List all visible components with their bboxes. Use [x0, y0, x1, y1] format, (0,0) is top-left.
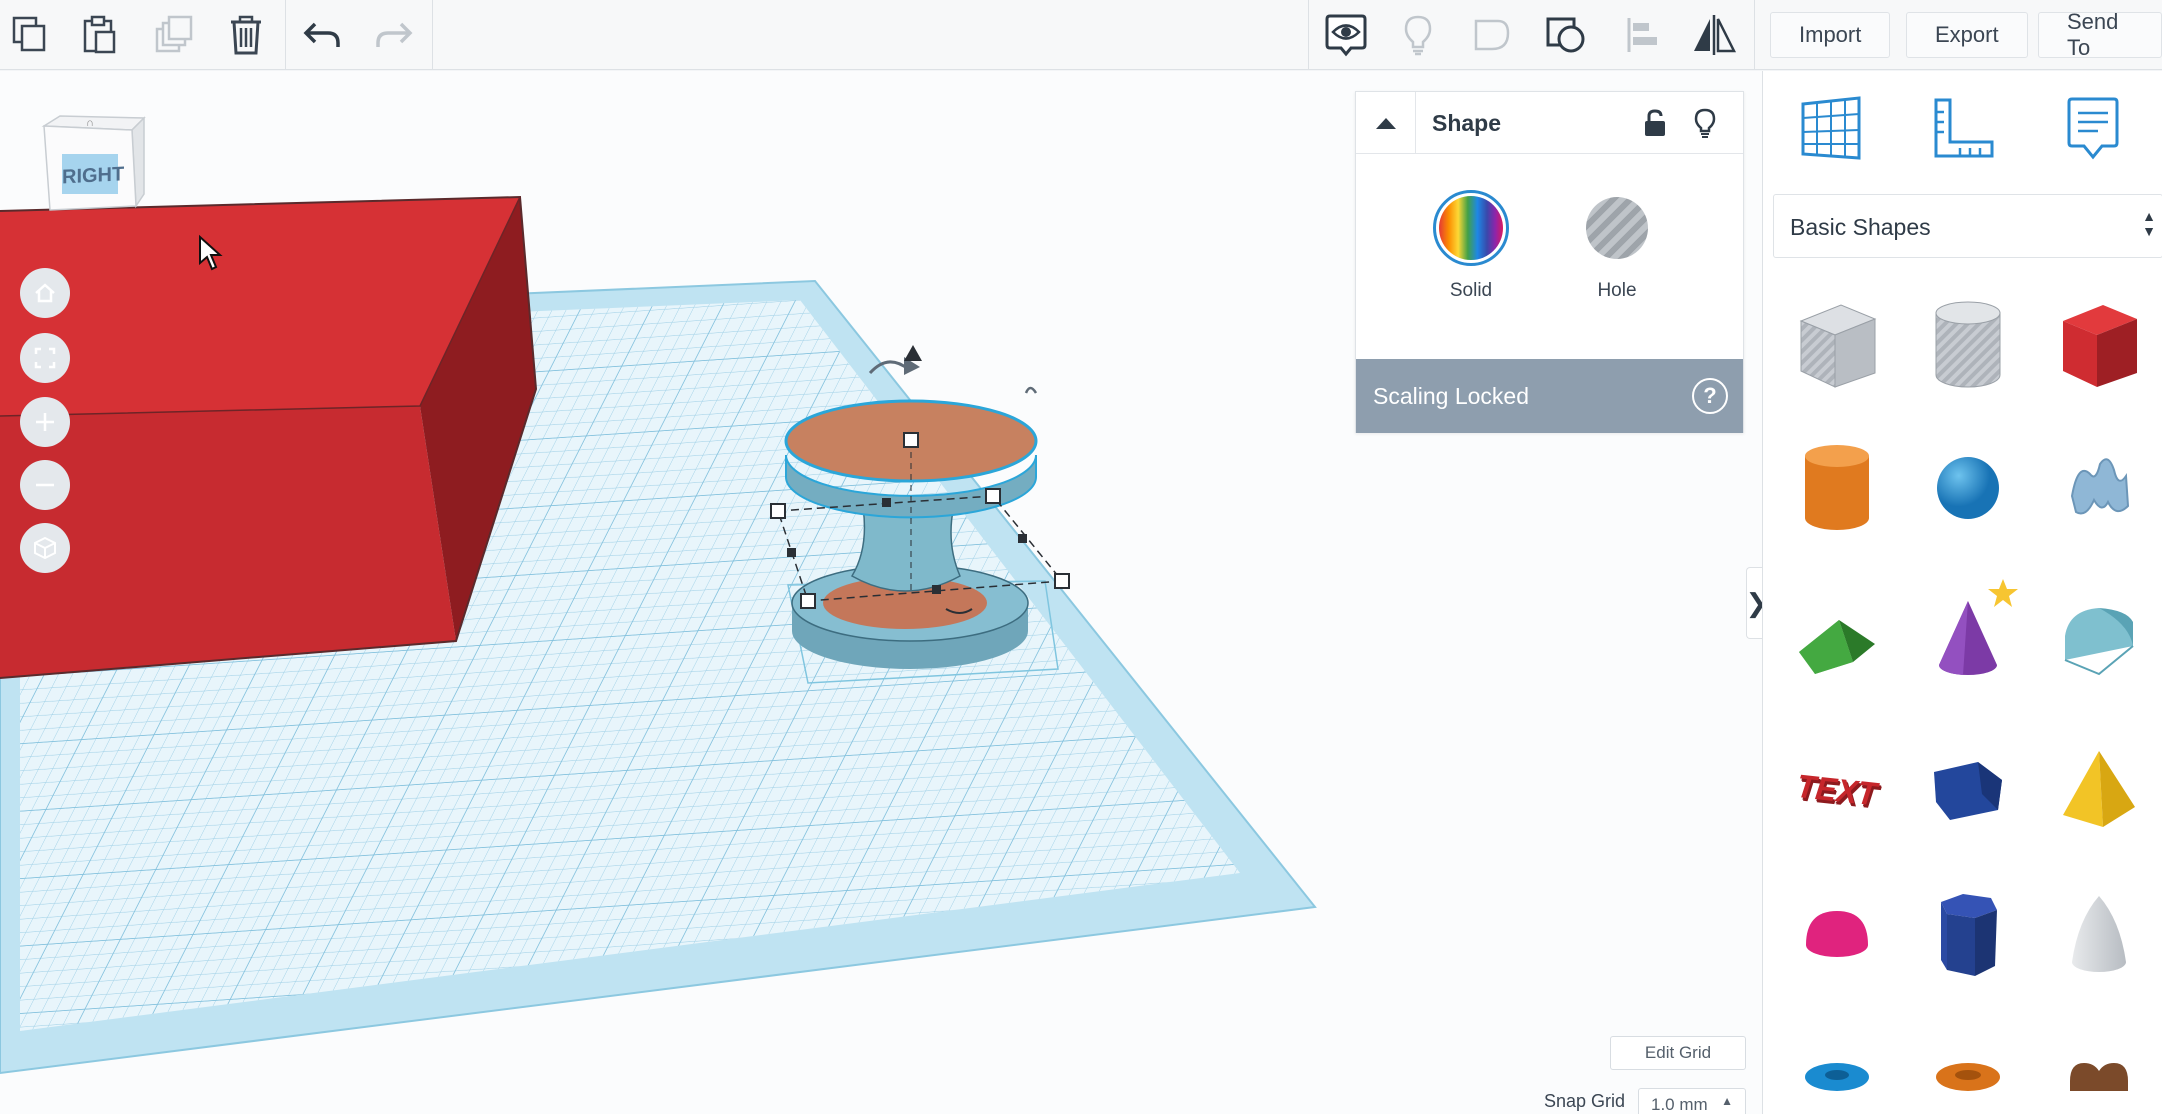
- cylinder-hole-shape[interactable]: [1918, 290, 2018, 400]
- notes-icon[interactable]: [2053, 89, 2133, 169]
- import-button[interactable]: Import: [1770, 12, 1891, 58]
- text-shape-icon[interactable]: TEXT: [1787, 735, 1887, 845]
- torus-icon[interactable]: [1787, 1031, 1887, 1111]
- redo-icon: [366, 8, 422, 62]
- edit-grid-button[interactable]: Edit Grid: [1610, 1036, 1746, 1070]
- shape-inspector: Shape Solid Hole Scaling Locked ?: [1355, 91, 1744, 433]
- rainbow-color-swatch[interactable]: [1433, 190, 1509, 266]
- inspector-header: Shape: [1356, 92, 1743, 154]
- tinkercad-editor: Import Export Send To ∩ RIGHT Shape Soli…: [0, 0, 2162, 1114]
- hole-swatch[interactable]: [1586, 197, 1648, 259]
- orange-cylinder-icon[interactable]: [1787, 433, 1887, 543]
- view-cube[interactable]: ∩ RIGHT: [40, 114, 150, 234]
- solid-option[interactable]: Solid: [1416, 190, 1526, 302]
- tube-icon[interactable]: [1918, 1031, 2018, 1111]
- cube-icon: [34, 536, 56, 560]
- toolbar-divider: [1754, 0, 1755, 70]
- lightbulb-icon[interactable]: [1688, 106, 1722, 140]
- export-button[interactable]: Export: [1906, 12, 2028, 58]
- duplicate-icon: [146, 8, 202, 62]
- snap-grid-select[interactable]: 1.0 mm ▲: [1638, 1088, 1746, 1114]
- send-to-button[interactable]: Send To: [2038, 9, 2162, 60]
- shape-category-select[interactable]: Basic Shapes ▲ ▼: [1773, 194, 2162, 258]
- scaling-locked-text: Scaling Locked: [1373, 383, 1529, 409]
- shape-category-value: Basic Shapes: [1790, 214, 1931, 240]
- fit-icon: [34, 347, 56, 369]
- caret-up-icon: ▲: [1721, 1094, 1733, 1108]
- trash-icon[interactable]: [218, 8, 274, 62]
- lock-icon[interactable]: [1638, 106, 1672, 140]
- home-icon: [35, 283, 55, 303]
- workplane-grid-icon[interactable]: [1791, 89, 1871, 169]
- view-cube-label: RIGHT: [62, 163, 125, 189]
- solid-label: Solid: [1449, 280, 1493, 301]
- inspector-title: Shape: [1432, 110, 1502, 136]
- zoom-out-button[interactable]: [20, 460, 70, 510]
- top-toolbar: Import Export Send To: [0, 0, 2162, 70]
- hole-label: Hole: [1597, 280, 1637, 301]
- copy-icon[interactable]: [2, 8, 58, 62]
- select-arrows-icon: ▲ ▼: [2142, 208, 2156, 239]
- zoom-in-button[interactable]: [20, 397, 70, 447]
- toolbar-divider: [285, 0, 286, 70]
- pyramid-icon[interactable]: [2049, 735, 2149, 845]
- align-icon: [1614, 8, 1670, 62]
- text-shape-label: TEXT: [1791, 767, 1883, 812]
- scaling-locked-bar: Scaling Locked ?: [1356, 359, 1743, 433]
- group-icon: [1464, 8, 1520, 62]
- roof-icon[interactable]: [1787, 585, 1887, 695]
- caret-up-icon: [1375, 118, 1396, 129]
- heart-icon[interactable]: [2049, 1031, 2149, 1111]
- ruler-icon[interactable]: [1923, 89, 2003, 169]
- paraboloid-icon[interactable]: [2049, 880, 2149, 990]
- toolbar-divider: [432, 0, 433, 70]
- svg-text:∩: ∩: [86, 117, 94, 129]
- ungroup-icon[interactable]: [1538, 8, 1594, 62]
- round-roof-icon[interactable]: [2049, 585, 2149, 695]
- shapes-panel: Basic Shapes ▲ ▼ TEXT: [1762, 71, 2162, 1114]
- snap-grid-label: Snap Grid: [1544, 1091, 1626, 1111]
- hexagonal-prism-icon[interactable]: [1918, 880, 2018, 990]
- fit-view-button[interactable]: [20, 333, 70, 383]
- paste-icon[interactable]: [72, 8, 128, 62]
- help-icon[interactable]: ?: [1692, 378, 1728, 414]
- toolbar-divider: [1308, 0, 1309, 70]
- plus-icon: [36, 413, 54, 431]
- box-hole-shape[interactable]: [1787, 290, 1887, 400]
- lightbulb-icon: [1390, 8, 1446, 62]
- polygon-icon[interactable]: [1918, 735, 2018, 845]
- red-box-icon[interactable]: [2049, 290, 2149, 400]
- red-box-shape[interactable]: [0, 195, 538, 679]
- undo-icon[interactable]: [294, 8, 350, 62]
- hole-option[interactable]: Hole: [1562, 190, 1672, 302]
- snap-grid-value: 1.0 mm: [1651, 1095, 1708, 1114]
- minus-icon: [36, 483, 54, 487]
- sphere-icon[interactable]: [1918, 433, 2018, 543]
- mirror-icon[interactable]: [1686, 8, 1742, 62]
- star-icon: [1983, 573, 2023, 613]
- home-view-button[interactable]: [20, 268, 70, 318]
- collapse-inspector-button[interactable]: [1356, 92, 1416, 154]
- half-sphere-icon[interactable]: [1787, 880, 1887, 990]
- perspective-button[interactable]: [20, 523, 70, 573]
- notes-visibility-icon[interactable]: [1318, 8, 1374, 62]
- scribble-icon[interactable]: [2049, 433, 2149, 543]
